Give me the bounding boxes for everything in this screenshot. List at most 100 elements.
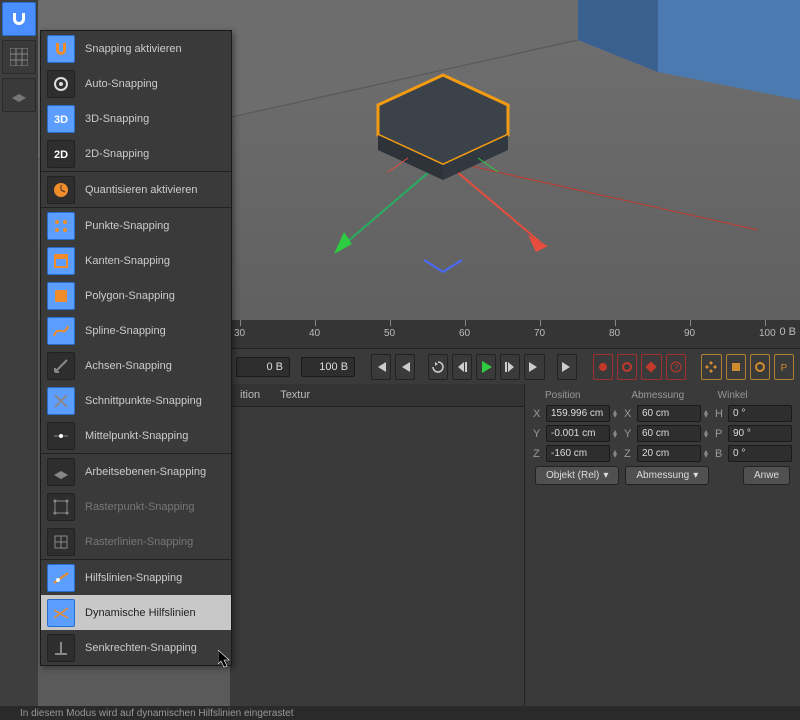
- next-key-button[interactable]: [524, 354, 544, 380]
- rotation-field[interactable]: 0 °: [728, 405, 792, 422]
- axis-label: X: [533, 408, 543, 420]
- position-field[interactable]: 159.996 cm: [546, 405, 610, 422]
- gridl-icon: [47, 528, 75, 556]
- rot-axis-label: B: [715, 448, 725, 460]
- prev-key-button[interactable]: [395, 354, 415, 380]
- header-rotation: Winkel: [706, 390, 792, 401]
- coord-row-Y: Y-0.001 cm▴▾Y60 cm▴▾P90 °: [533, 425, 792, 442]
- spline-icon: [47, 317, 75, 345]
- dots-icon: [47, 212, 75, 240]
- main-left-toolbar: [0, 0, 38, 708]
- spinner-icon[interactable]: ▴▾: [704, 430, 712, 438]
- size-field[interactable]: 60 cm: [637, 405, 701, 422]
- param-rec-button[interactable]: P: [774, 354, 794, 380]
- snap-menu-item-guide[interactable]: Hilfslinien-Snapping: [41, 560, 231, 595]
- move-rec-button[interactable]: [701, 354, 721, 380]
- tab-partial-ition[interactable]: ition: [240, 389, 260, 401]
- snap-mode-button[interactable]: [2, 2, 36, 36]
- coord-headers: Position Abmessung Winkel: [533, 390, 792, 401]
- rotate-rec-button[interactable]: [750, 354, 770, 380]
- position-field[interactable]: -160 cm: [546, 445, 610, 462]
- menu-item-label: Achsen-Snapping: [85, 360, 172, 372]
- snap-menu-item-gridl[interactable]: Rasterlinien-Snapping: [41, 524, 231, 559]
- step-back-button[interactable]: [452, 354, 472, 380]
- snap-menu-item-axis[interactable]: Achsen-Snapping: [41, 348, 231, 383]
- snap-menu-item-auto[interactable]: Auto-Snapping: [41, 66, 231, 101]
- goto-end-button[interactable]: [557, 354, 577, 380]
- size-field[interactable]: 60 cm: [637, 425, 701, 442]
- play-button[interactable]: [476, 354, 496, 380]
- key-options-button[interactable]: [641, 354, 661, 380]
- axis-label: X: [624, 408, 634, 420]
- snapping-popup-menu: Snapping aktivierenAuto-Snapping 3D 3D-Sna…: [40, 30, 232, 666]
- frame-out-field[interactable]: 100 B: [301, 357, 355, 377]
- size-mode-dropdown[interactable]: Abmessung▾: [625, 466, 709, 485]
- status-bar: In diesem Modus wird auf dynamischen Hil…: [0, 706, 800, 720]
- grid-toggle-button[interactable]: [2, 40, 36, 74]
- header-position: Position: [533, 390, 619, 401]
- snap-menu-item-3d[interactable]: 3D 3D-Snapping: [41, 101, 231, 136]
- menu-item-label: 2D-Snapping: [85, 148, 149, 160]
- snap-menu-item-dots[interactable]: Punkte-Snapping: [41, 208, 231, 243]
- loop-button[interactable]: [428, 354, 448, 380]
- timeline-ruler[interactable]: 0 B 30405060708090100: [230, 320, 800, 349]
- apply-button[interactable]: Anwe: [743, 466, 790, 485]
- snap-menu-item-cross[interactable]: Schnittpunkte-Snapping: [41, 383, 231, 418]
- menu-item-label: Mittelpunkt-Snapping: [85, 430, 188, 442]
- snap-menu-item-plane[interactable]: Arbeitsebenen-Snapping: [41, 454, 231, 489]
- poly-icon: [47, 282, 75, 310]
- position-field[interactable]: -0.001 cm: [546, 425, 610, 442]
- left-panel-tabs: ition Textur: [230, 384, 524, 407]
- menu-item-label: Polygon-Snapping: [85, 290, 175, 302]
- header-size: Abmessung: [619, 390, 705, 401]
- snap-menu-item-2d[interactable]: 2D 2D-Snapping: [41, 136, 231, 171]
- menu-item-label: Rasterpunkt-Snapping: [85, 501, 194, 513]
- cursor-icon: [218, 650, 232, 668]
- spinner-icon[interactable]: ▴▾: [613, 450, 621, 458]
- snap-menu-item-magnet[interactable]: Snapping aktivieren: [41, 31, 231, 66]
- svg-text:?: ?: [673, 363, 678, 372]
- svg-text:2D: 2D: [54, 149, 68, 161]
- size-field[interactable]: 20 cm: [637, 445, 701, 462]
- snap-menu-item-poly[interactable]: Polygon-Snapping: [41, 278, 231, 313]
- snap-menu-item-clock[interactable]: Quantisieren aktivieren: [41, 172, 231, 207]
- spinner-icon[interactable]: ▴▾: [613, 430, 621, 438]
- menu-item-label: Senkrechten-Snapping: [85, 642, 197, 654]
- rotation-field[interactable]: 0 °: [728, 445, 792, 462]
- coord-row-X: X159.996 cm▴▾X60 cm▴▾H0 °: [533, 405, 792, 422]
- spinner-icon[interactable]: ▴▾: [704, 450, 712, 458]
- magnet-icon: [47, 35, 75, 63]
- svg-text:P: P: [781, 363, 788, 373]
- rot-axis-label: H: [715, 408, 725, 420]
- spinner-icon[interactable]: ▴▾: [613, 410, 621, 418]
- object-manager-panel[interactable]: ition Textur: [230, 384, 525, 708]
- snap-menu-item-mid[interactable]: Mittelpunkt-Snapping: [41, 418, 231, 453]
- plane-icon: [47, 458, 75, 486]
- svg-text:3D: 3D: [54, 114, 68, 126]
- record-button[interactable]: [593, 354, 613, 380]
- 3d-icon: 3D: [47, 105, 75, 133]
- coord-mode-dropdown[interactable]: Objekt (Rel)▾: [535, 466, 619, 485]
- autokey-button[interactable]: [617, 354, 637, 380]
- menu-item-label: 3D-Snapping: [85, 113, 149, 125]
- gridp-icon: [47, 493, 75, 521]
- snap-menu-item-edge[interactable]: Kanten-Snapping: [41, 243, 231, 278]
- status-text: In diesem Modus wird auf dynamischen Hil…: [20, 708, 293, 719]
- tab-textur[interactable]: Textur: [280, 389, 310, 401]
- rotation-field[interactable]: 90 °: [728, 425, 792, 442]
- key-help-button[interactable]: ?: [666, 354, 686, 380]
- snap-menu-item-perp[interactable]: Senkrechten-Snapping: [41, 630, 231, 665]
- workplane-button[interactable]: [2, 78, 36, 112]
- goto-start-button[interactable]: [371, 354, 391, 380]
- mid-icon: [47, 422, 75, 450]
- timeline-panel: 0 B 30405060708090100 0 B 100 B ? P: [230, 320, 800, 384]
- dyn-icon: [47, 599, 75, 627]
- scale-rec-button[interactable]: [726, 354, 746, 380]
- snap-menu-item-gridp[interactable]: Rasterpunkt-Snapping: [41, 489, 231, 524]
- snap-menu-item-spline[interactable]: Spline-Snapping: [41, 313, 231, 348]
- menu-item-label: Quantisieren aktivieren: [85, 184, 198, 196]
- frame-in-field[interactable]: 0 B: [236, 357, 290, 377]
- snap-menu-item-dyn[interactable]: Dynamische Hilfslinien: [41, 595, 231, 630]
- spinner-icon[interactable]: ▴▾: [704, 410, 712, 418]
- step-fwd-button[interactable]: [500, 354, 520, 380]
